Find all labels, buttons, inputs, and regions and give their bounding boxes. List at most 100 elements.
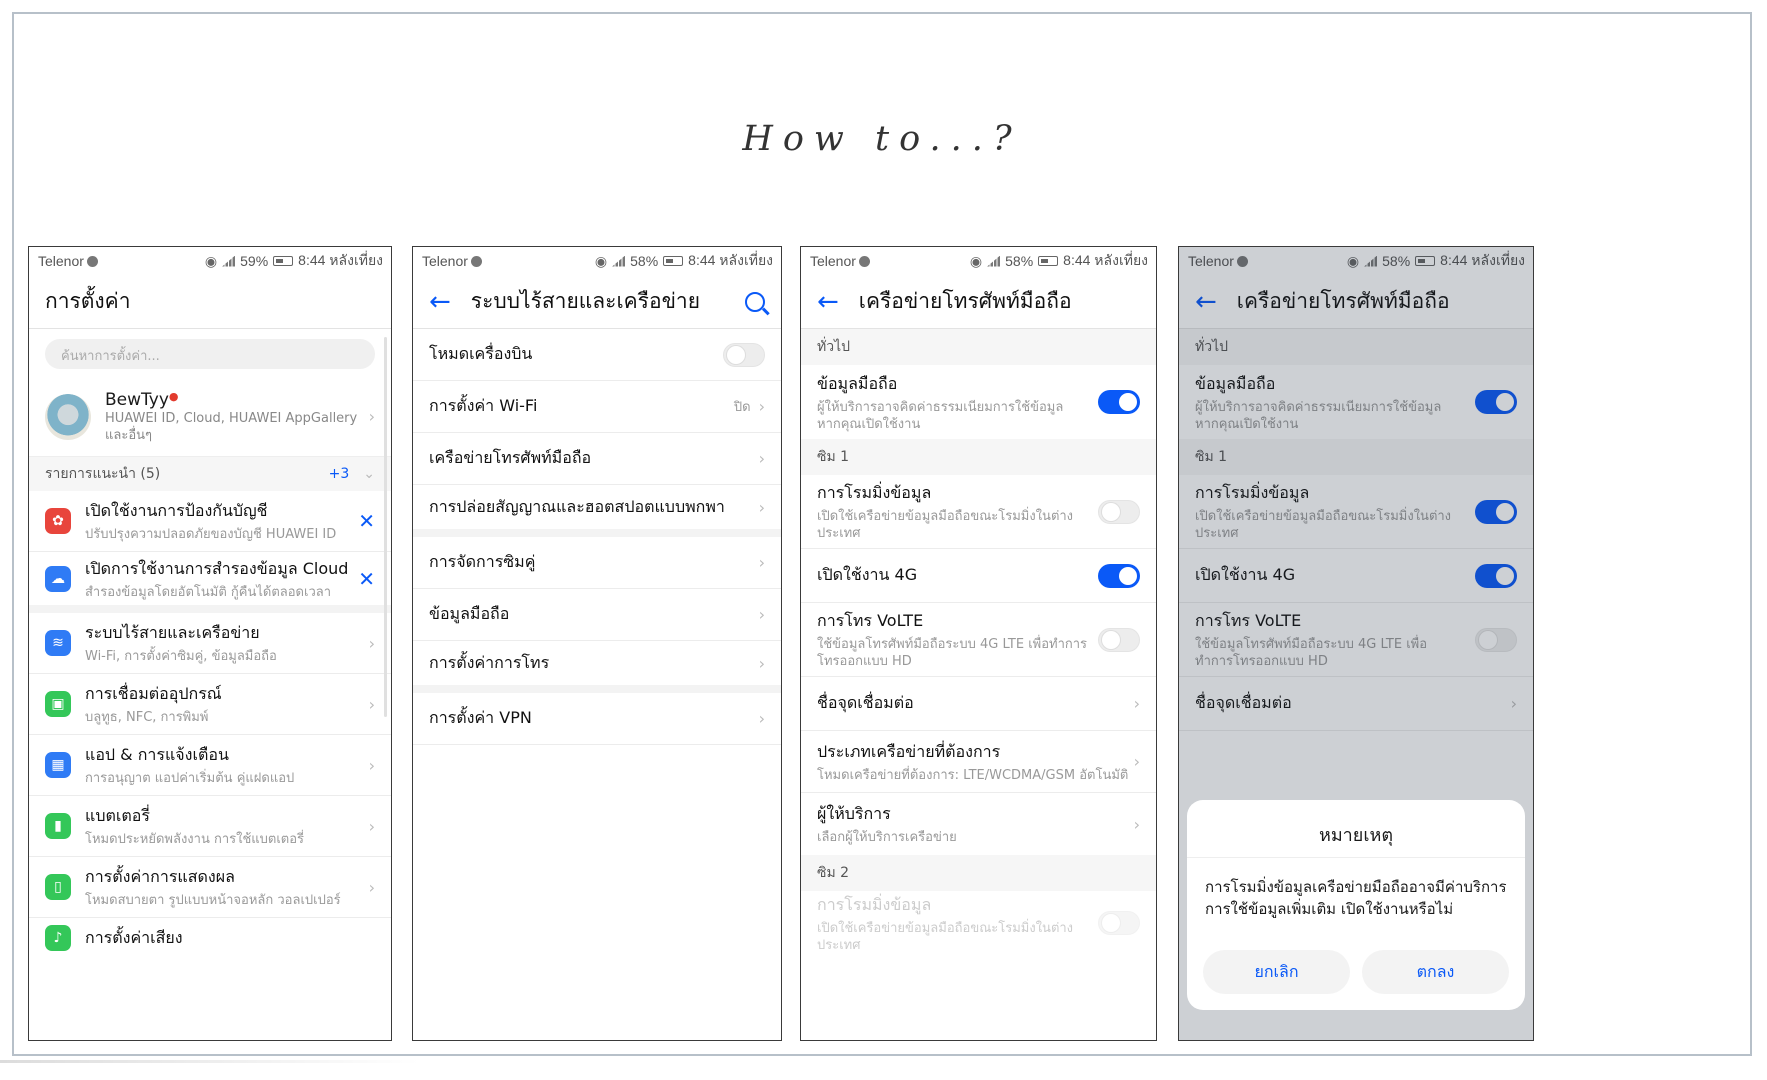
hotspot-row[interactable]: การปล่อยสัญญาณและฮอตสปอตแบบพกพา › (413, 485, 781, 537)
ok-button[interactable]: ตกลง (1362, 950, 1509, 994)
back-arrow-icon[interactable]: ← (817, 289, 839, 315)
battery-icon (663, 256, 684, 266)
dual-sim-row[interactable]: การจัดการซิมคู่ › (413, 537, 781, 589)
enable-4g-toggle[interactable] (1098, 563, 1140, 588)
settings-item-battery[interactable]: ▮ แบตเตอรี่ โหมดประหยัดพลังงาน การใช้แบตเ… (29, 796, 391, 857)
clock: 8:44 หลังเที่ยง (1440, 252, 1525, 268)
settings-item-sound[interactable]: ♪ การตั้งค่าเสียง (29, 918, 391, 958)
group-header-sim2: ซิม 2 (801, 855, 1156, 891)
mobile-data-toggle[interactable] (1098, 390, 1140, 414)
sim2-roaming-toggle (1098, 911, 1140, 935)
data-roaming-toggle[interactable] (1475, 499, 1517, 524)
suggestion-account-protection[interactable]: ✿ เปิดใช้งานการป้องกันบัญชี ปรับปรุงความป… (29, 491, 391, 552)
mobile-data-toggle[interactable] (1475, 390, 1517, 414)
list-item-title: ประเภทเครือข่ายที่ต้องการ (817, 741, 1001, 761)
volte-row[interactable]: การโทร VoLTE ใช้ข้อมูลโทรศัพท์มือถือระบบ … (1179, 603, 1533, 677)
account-name: BewTyy (105, 389, 169, 410)
cancel-button[interactable]: ยกเลิก (1203, 950, 1350, 994)
settings-item-wireless[interactable]: ≋ ระบบไร้สายและเครือข่าย Wi-Fi, การตั้งค่… (29, 613, 391, 674)
list-item-subtitle: ใช้ข้อมูลโทรศัพท์มือถือระบบ 4G LTE เพื่อ… (1195, 637, 1428, 669)
battery-icon (1038, 256, 1059, 266)
dismiss-close-icon[interactable]: ✕ (358, 567, 375, 591)
volte-row[interactable]: การโทร VoLTE ใช้ข้อมูลโทรศัพท์มือถือระบบ … (801, 603, 1156, 677)
screen-title: เครือข่ายโทรศัพท์มือถือ (858, 289, 1072, 313)
mobile-data-row[interactable]: ข้อมูลมือถือ ผู้ให้บริการอาจคิดค่าธรรมเนี… (801, 365, 1156, 439)
list-item-title: การโรมมิ่งข้อมูล (1195, 483, 1310, 502)
settings-item-apps[interactable]: ▦ แอป & การแจ้งเตือน การอนุญาต แอปค่าเริ่… (29, 735, 391, 796)
volte-toggle[interactable] (1098, 627, 1140, 652)
battery-percent: 58% (1005, 253, 1034, 269)
roaming-confirm-dialog: หมายเหตุ การโรมมิ่งข้อมูลเครือข่ายมือถือ… (1187, 800, 1525, 1010)
mobile-network-row[interactable]: เครือข่ายโทรศัพท์มือถือ › (413, 433, 781, 485)
group-header-general: ทั่วไป (1179, 329, 1533, 365)
list-item-title: ระบบไร้สายและเครือข่าย (85, 623, 260, 642)
chevron-right-icon: › (1133, 752, 1140, 771)
clock: 8:44 หลังเที่ยง (1063, 252, 1148, 268)
list-item-subtitle: ใช้ข้อมูลโทรศัพท์มือถือระบบ 4G LTE เพื่อ… (817, 637, 1088, 669)
data-roaming-toggle[interactable] (1098, 499, 1140, 524)
chevron-right-icon: › (758, 397, 765, 416)
airplane-mode-toggle[interactable] (723, 342, 765, 367)
app-bar: ← เครือข่ายโทรศัพท์มือถือ (801, 275, 1156, 329)
chevron-right-icon: › (368, 694, 375, 714)
apps-grid-icon: ▦ (45, 752, 71, 778)
battery-percent: 59% (240, 253, 269, 269)
group-header-sim1: ซิม 1 (1179, 439, 1533, 475)
volte-toggle[interactable] (1475, 627, 1517, 652)
group-header-sim1: ซิม 1 (801, 439, 1156, 475)
status-bar: Telenor ◉ 58% 8:44 หลังเที่ยง (413, 247, 781, 275)
carrier-row[interactable]: ผู้ให้บริการ เลือกผู้ให้บริการเครือข่าย › (801, 793, 1156, 855)
suggestion-cloud-backup[interactable]: ☁ เปิดการใช้งานการสำรองข้อมูล Cloud สำรอง… (29, 552, 391, 613)
data-roaming-row[interactable]: การโรมมิ่งข้อมูลเปิดใช้เครือข่ายข้อมูลมื… (1179, 475, 1533, 549)
battery-percent: 58% (630, 253, 659, 269)
mobile-data-row[interactable]: ข้อมูลมือถือ › (413, 589, 781, 641)
apn-row[interactable]: ชื่อจุดเชื่อมต่อ › (1179, 677, 1533, 731)
back-arrow-icon[interactable]: ← (429, 289, 451, 315)
call-settings-row[interactable]: การตั้งค่าการโทร › (413, 641, 781, 693)
signal-icon (987, 255, 1001, 267)
chevron-right-icon: › (758, 449, 765, 468)
list-item-title: การโรมมิ่งข้อมูล (817, 483, 932, 502)
list-item-subtitle: เปิดใช้เครือข่ายข้อมูลมือถือขณะโรมมิ่งใน… (1195, 509, 1452, 541)
signal-icon (612, 255, 626, 267)
chat-icon (86, 255, 98, 267)
avatar (45, 393, 91, 440)
list-item-subtitle: โหมดสบายตา รูปแบบหน้าจอหลัก วอลเปเปอร์ (85, 893, 341, 908)
list-item-title: ชื่อจุดเชื่อมต่อ (817, 693, 914, 712)
airplane-mode-row[interactable]: โหมดเครื่องบิน (413, 329, 781, 381)
list-item-title: เปิดใช้งาน 4G (817, 565, 918, 584)
enable-4g-row[interactable]: เปิดใช้งาน 4G (1179, 549, 1533, 603)
chevron-right-icon: › (368, 633, 375, 653)
suggestions-header[interactable]: รายการแนะนำ (5) +3 ⌄ (29, 457, 391, 491)
settings-item-device-connection[interactable]: ▣ การเชื่อมต่ออุปกรณ์ บลูทูธ, NFC, การพิม… (29, 674, 391, 735)
account-row[interactable]: BewTyy● HUAWEI ID, Cloud, HUAWEI AppGall… (29, 377, 391, 457)
apn-row[interactable]: ชื่อจุดเชื่อมต่อ › (801, 677, 1156, 731)
group-header-general: ทั่วไป (801, 329, 1156, 365)
enable-4g-row[interactable]: เปิดใช้งาน 4G (801, 549, 1156, 603)
chevron-right-icon: › (368, 877, 375, 897)
divider (0, 1060, 420, 1063)
search-input[interactable]: ค้นหาการตั้งค่า... (45, 339, 375, 369)
scrollbar[interactable] (384, 337, 387, 717)
wifi-settings-row[interactable]: การตั้งค่า Wi-Fi ปิด › (413, 381, 781, 433)
list-item-title: โหมดเครื่องบิน (429, 344, 533, 363)
carrier-label: Telenor (422, 253, 468, 269)
network-type-row[interactable]: ประเภทเครือข่ายที่ต้องการโหมดเครือข่ายที… (801, 731, 1156, 793)
suggestions-more-count: +3 (328, 466, 350, 482)
data-roaming-row[interactable]: การโรมมิ่งข้อมูล เปิดใช้เครือข่ายข้อมูลมื… (801, 475, 1156, 549)
vpn-row[interactable]: การตั้งค่า VPN › (413, 693, 781, 745)
chevron-down-icon: ⌄ (363, 466, 375, 482)
back-arrow-icon[interactable]: ← (1195, 289, 1217, 315)
list-item-title: เปิดใช้งานการป้องกันบัญชี (85, 501, 268, 520)
chevron-right-icon: › (758, 497, 765, 517)
settings-item-display[interactable]: ▯ การตั้งค่าการแสดงผล โหมดสบายตา รูปแบบหน… (29, 857, 391, 918)
list-item-title: การโรมมิ่งข้อมูล (817, 894, 932, 914)
mobile-data-row[interactable]: ข้อมูลมือถือ ผู้ให้บริการอาจคิดค่าธรรมเนี… (1179, 365, 1533, 439)
screen-title: ระบบไร้สายและเครือข่าย (470, 289, 701, 313)
enable-4g-toggle[interactable] (1475, 563, 1517, 588)
search-icon[interactable] (745, 291, 765, 312)
list-item-subtitle: โหมดเครือข่ายที่ต้องการ: LTE/WCDMA/GSM อ… (817, 767, 1129, 783)
dismiss-close-icon[interactable]: ✕ (358, 509, 375, 533)
eye-comfort-icon: ◉ (594, 252, 608, 269)
status-bar: Telenor ◉ 59% 8:44 หลังเที่ยง (29, 247, 391, 275)
